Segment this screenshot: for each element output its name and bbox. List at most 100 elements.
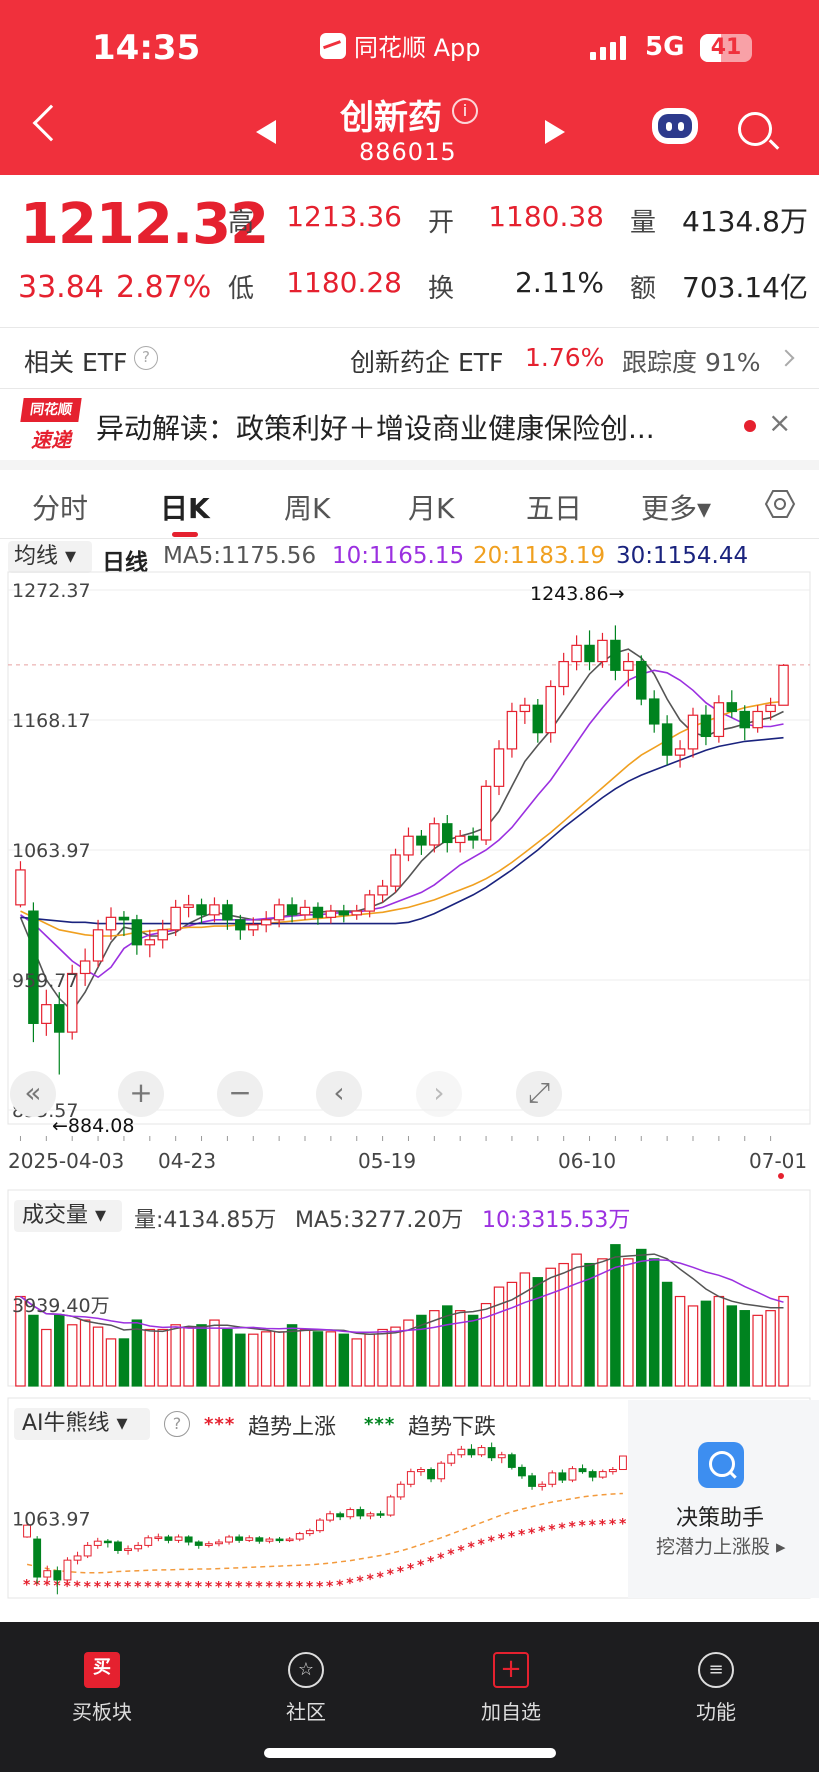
ai-trend-star: * — [619, 1517, 627, 1533]
volume-bar — [157, 1328, 168, 1387]
volume-select[interactable]: 成交量 ▾ — [14, 1200, 122, 1232]
volume-bar — [105, 1338, 117, 1387]
volume-bar — [687, 1305, 699, 1387]
volume-y-label: 3939.40万 — [12, 1295, 110, 1317]
candle-body — [636, 660, 647, 700]
ai-candle-body — [225, 1536, 233, 1543]
candle-body — [597, 639, 608, 663]
ai-trend-star: * — [427, 1555, 435, 1571]
nav-add-watchlist[interactable]: + 加自选 — [451, 1634, 571, 1725]
ai-candle-body — [598, 1471, 607, 1478]
prev-button[interactable]: ‹ — [316, 1071, 362, 1117]
ai-trend-star: * — [538, 1524, 546, 1540]
candle-body — [403, 835, 414, 856]
nav-community[interactable]: ☆ 社区 — [246, 1634, 366, 1725]
y-tick: 1063.97 — [12, 840, 91, 862]
candle-body — [351, 910, 362, 916]
x-tick: 05-19 — [358, 1149, 417, 1173]
volume-bar — [183, 1326, 194, 1387]
volume-bar — [209, 1319, 220, 1387]
x-tick: 07-01 — [749, 1149, 808, 1173]
nav-label: 买板块 — [72, 1700, 132, 1724]
rewind-button[interactable]: « — [10, 1071, 56, 1117]
ai-trend-star: * — [548, 1523, 556, 1539]
ai-trend-star: * — [185, 1579, 193, 1595]
ai-trend-star: * — [478, 1537, 486, 1553]
candle-body — [571, 644, 582, 663]
candle-body — [235, 919, 246, 931]
ai-trend-star: * — [84, 1579, 92, 1595]
ai-candle-body — [346, 1509, 355, 1518]
ai-candle-body — [386, 1496, 395, 1516]
nav-label: 社区 — [286, 1700, 326, 1724]
ai-help-icon[interactable]: ? — [164, 1411, 190, 1437]
y-tick: 1168.17 — [12, 710, 91, 732]
ai-trend-star: * — [558, 1521, 566, 1537]
fullscreen-button[interactable]: ⤢ — [516, 1071, 562, 1117]
ai-trend-star: * — [488, 1534, 496, 1550]
next-button[interactable]: › — [416, 1071, 462, 1117]
volume-ma5: MA5:3277.20万 — [295, 1208, 464, 1233]
candle-body — [506, 710, 518, 750]
candle-body — [209, 904, 220, 916]
ai-trend-star: * — [457, 1544, 465, 1560]
candle-body — [610, 639, 621, 671]
ai-trend-star: * — [215, 1579, 223, 1595]
candle-body — [286, 904, 298, 916]
ai-candle-body — [497, 1454, 506, 1459]
candle-body — [480, 785, 492, 841]
ai-trend-star: * — [296, 1579, 304, 1595]
candle-body — [558, 660, 569, 688]
candle-body — [674, 748, 686, 756]
nav-label: 加自选 — [481, 1700, 541, 1724]
volume-bar — [765, 1310, 776, 1387]
assistant-subtitle: 挖潜力上涨股 ▸ — [656, 1536, 786, 1558]
ai-trend-star: * — [154, 1579, 162, 1595]
ai-candle-body — [295, 1533, 304, 1540]
candle-body — [299, 906, 311, 916]
volume-bar — [726, 1305, 738, 1387]
candle-body — [765, 704, 776, 713]
volume-bar — [41, 1328, 52, 1387]
ai-trend-star: * — [164, 1579, 172, 1595]
ai-candle-body — [548, 1472, 557, 1485]
kline-chart[interactable]: 1272.371168.171063.97959.77855.571243.86… — [0, 0, 819, 1600]
decision-assistant-card[interactable]: 决策助手 挖潜力上涨股 ▸ — [628, 1400, 819, 1598]
ai-trend-star: * — [599, 1517, 607, 1533]
ai-trend-star: * — [568, 1520, 576, 1536]
volume-bar — [584, 1262, 595, 1387]
ai-trend-star: * — [447, 1547, 455, 1563]
candle-body — [429, 823, 440, 846]
ai-candle-body — [63, 1559, 72, 1581]
candle-body — [15, 869, 26, 906]
candle-body — [28, 910, 39, 1024]
ai-trend-star: * — [346, 1576, 354, 1592]
ai-trend-star: * — [134, 1579, 142, 1595]
candle-body — [442, 823, 453, 844]
x-tick: 04-23 — [158, 1149, 217, 1173]
volume-bar — [545, 1267, 556, 1387]
candle-body — [325, 910, 337, 918]
ai-candle-body — [134, 1544, 143, 1550]
volume-bar — [118, 1338, 130, 1387]
ma-line-ma30 — [20, 736, 784, 925]
candle-body — [390, 854, 401, 887]
candle-body — [312, 906, 324, 918]
legend-up-label: 趋势上涨 — [248, 1415, 337, 1440]
volume-now: 量:4134.85万 — [134, 1208, 277, 1233]
nav-buy-sector[interactable]: 买 买板块 — [42, 1634, 162, 1725]
ai-trend-star: * — [316, 1579, 324, 1595]
candle-body — [222, 904, 233, 921]
nav-functions[interactable]: ≡ 功能 — [656, 1634, 776, 1725]
candle-body — [778, 664, 789, 706]
candle-body — [170, 906, 181, 931]
ai-candle-body — [406, 1471, 415, 1485]
ai-trend-star: * — [589, 1518, 597, 1534]
ai-indicator-select[interactable]: AI牛熊线 ▾ — [14, 1408, 150, 1440]
zoom-in-button[interactable]: + — [118, 1071, 164, 1117]
candle-body — [739, 710, 750, 729]
volume-bar — [312, 1331, 324, 1387]
candle-body — [493, 748, 505, 787]
ai-candle-body — [305, 1530, 314, 1535]
zoom-out-button[interactable]: − — [217, 1071, 263, 1117]
